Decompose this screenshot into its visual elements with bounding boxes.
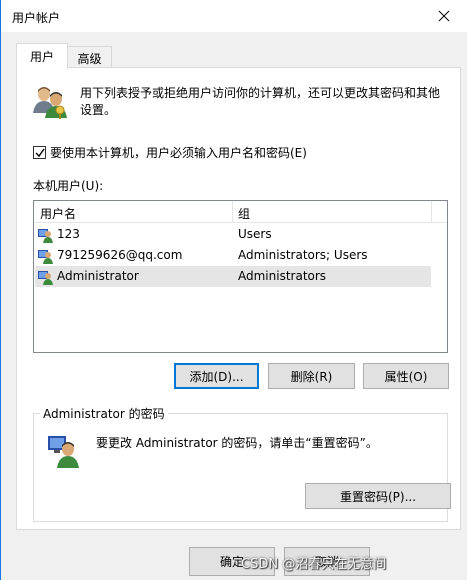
- admin-user-icon: [48, 436, 79, 468]
- tab-users[interactable]: 用户: [16, 43, 68, 69]
- intro-text: 用下列表授予或拒绝用户访问你的计算机，还可以更改其密码和其他设置。: [80, 86, 441, 117]
- password-groupbox: Administrator 的密码 要更改 Administrator 的密码，…: [33, 405, 451, 522]
- row-group: Administrators; Users: [238, 248, 368, 262]
- reset-password-hint: 要更改 Administrator 的密码，请单击“重置密码”。: [96, 436, 378, 450]
- tab-users-label: 用户: [29, 50, 54, 64]
- cancel-button[interactable]: 取消: [284, 547, 370, 576]
- list-header: 用户名 组: [34, 201, 447, 223]
- password-groupbox-title: Administrator 的密码: [40, 405, 168, 422]
- require-password-label: 要使用本计算机，用户必须输入用户名和密码(E): [50, 146, 307, 160]
- table-row[interactable]: 123 Users: [35, 224, 431, 245]
- row-username: 123: [57, 227, 80, 241]
- table-row[interactable]: Administrator Administrators: [35, 266, 431, 287]
- row-username: 791259626@qq.com: [57, 248, 183, 262]
- ok-button[interactable]: 确定: [189, 547, 275, 576]
- user-accounts-window: 用户帐户 用户 高级 用下列表授予或拒绝用户访问你的计算机，还可以更改其密码和其…: [0, 0, 467, 580]
- row-group: Administrators: [238, 269, 327, 283]
- row-group: Users: [238, 227, 272, 241]
- column-header-username[interactable]: 用户名: [40, 205, 76, 222]
- user-icon: [38, 250, 53, 264]
- tab-advanced-label: 高级: [77, 51, 102, 66]
- require-password-checkbox[interactable]: [33, 146, 46, 159]
- users-tab-panel: 用下列表授予或拒绝用户访问你的计算机，还可以更改其密码和其他设置。 要使用本计算…: [16, 67, 461, 530]
- close-button[interactable]: [421, 0, 467, 32]
- require-password-checkbox-row[interactable]: 要使用本计算机，用户必须输入用户名和密码(E): [33, 144, 307, 161]
- tab-advanced[interactable]: 高级: [67, 46, 112, 69]
- column-header-group[interactable]: 组: [238, 205, 250, 222]
- checkmark-icon: [35, 148, 45, 157]
- local-users-label: 本机用户(U):: [33, 179, 104, 193]
- reset-password-button[interactable]: 重置密码(P)...: [305, 483, 451, 509]
- user-icon: [38, 229, 53, 243]
- title-bar: 用户帐户: [1, 0, 467, 32]
- properties-button[interactable]: 属性(O): [363, 363, 449, 389]
- column-separator[interactable]: [232, 201, 233, 223]
- column-separator[interactable]: [431, 201, 432, 223]
- add-user-button[interactable]: 添加(D)...: [174, 363, 259, 389]
- users-group-icon: [33, 87, 67, 119]
- window-title: 用户帐户: [12, 11, 61, 25]
- row-username: Administrator: [57, 269, 139, 283]
- local-users-list[interactable]: 用户名 组 123 Users 791259626@qq.com Adminis…: [33, 200, 448, 353]
- dialog-footer: 确定 取消: [1, 531, 467, 580]
- delete-user-button[interactable]: 删除(R): [268, 363, 355, 389]
- table-row[interactable]: 791259626@qq.com Administrators; Users: [35, 245, 431, 266]
- user-icon: [38, 271, 53, 285]
- close-icon: [438, 10, 450, 22]
